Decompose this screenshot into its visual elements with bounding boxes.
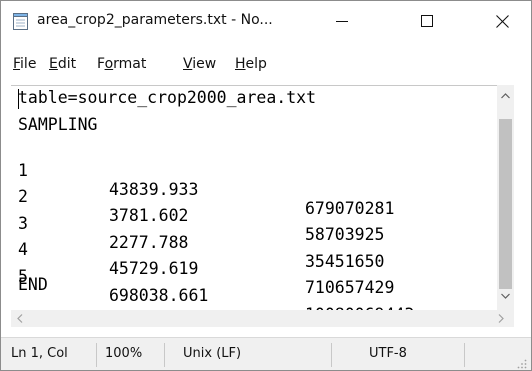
vertical-scroll-thumb[interactable] — [499, 119, 512, 289]
horizontal-scrollbar[interactable] — [11, 310, 514, 327]
chevron-right-icon[interactable] — [498, 314, 504, 323]
status-bar: Ln 1, Col 100% Unix (LF) UTF-8 — [1, 337, 531, 370]
chevron-left-icon[interactable] — [17, 314, 23, 323]
data-row: 1 43839.933 679070281 — [18, 142, 394, 218]
row-value-a: 2277.788 — [109, 233, 189, 252]
status-divider — [464, 343, 465, 367]
maximize-button[interactable] — [403, 1, 450, 41]
text-line: table=source_crop2000_area.txt — [18, 88, 317, 107]
menu-view[interactable]: View — [183, 56, 216, 72]
menu-help[interactable]: Help — [235, 56, 267, 72]
resize-grip-icon[interactable] — [517, 359, 527, 369]
status-zoom: 100% — [105, 346, 143, 361]
menu-format[interactable]: Format — [97, 56, 146, 72]
row-value-b: 679070281 — [305, 199, 395, 218]
notepad-window: area_crop2_parameters.txt - No... File E… — [0, 0, 532, 371]
row-value-a: 45729.619 — [109, 259, 199, 278]
close-button[interactable] — [479, 1, 526, 41]
notepad-icon — [13, 13, 28, 30]
window-title: area_crop2_parameters.txt - No... — [37, 12, 273, 28]
status-divider — [164, 343, 165, 367]
row-value-a: 43839.933 — [109, 180, 199, 199]
status-divider — [96, 343, 97, 367]
data-row: 2 3781.602 58703925 — [18, 168, 384, 244]
data-row: 5 698038.661 10080069443 — [18, 248, 414, 311]
row-value-b: 58703925 — [305, 225, 385, 244]
status-encoding: UTF-8 — [369, 346, 407, 361]
row-value-b: 35451650 — [305, 252, 385, 271]
row-value-a: 698038.661 — [109, 286, 209, 305]
minimize-button[interactable] — [318, 1, 365, 41]
status-cursor-position: Ln 1, Col — [11, 346, 68, 361]
maximize-icon — [420, 15, 433, 27]
vertical-scrollbar[interactable] — [497, 85, 514, 310]
text-editor[interactable]: table=source_crop2000_area.txt SAMPLING … — [11, 85, 514, 311]
data-row: 4 45729.619 710657429 — [18, 221, 394, 297]
text-line: SAMPLING — [18, 115, 98, 134]
status-line-endings: Unix (LF) — [183, 346, 242, 361]
title-bar[interactable]: area_crop2_parameters.txt - No... — [1, 1, 531, 41]
menu-edit[interactable]: Edit — [49, 56, 76, 72]
menu-bar: File Edit Format View Help — [1, 53, 531, 77]
row-value-b: 710657429 — [305, 278, 395, 297]
close-icon — [496, 14, 509, 28]
minimize-icon — [335, 21, 348, 22]
text-line: END — [18, 275, 48, 294]
menu-file[interactable]: File — [13, 56, 36, 72]
chevron-down-icon[interactable] — [501, 293, 510, 299]
chevron-up-icon[interactable] — [501, 93, 510, 99]
row-value-a: 3781.602 — [109, 206, 189, 225]
status-divider — [331, 343, 332, 367]
data-row: 3 2277.788 35451650 — [18, 195, 384, 271]
